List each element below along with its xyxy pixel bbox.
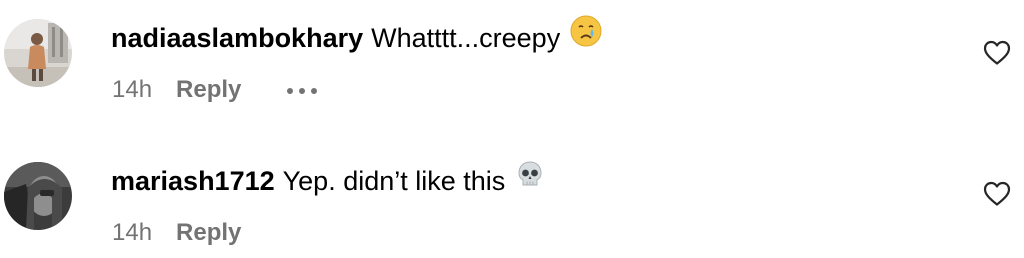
avatar[interactable] [4, 19, 72, 87]
comment-timestamp: 14h [112, 219, 153, 246]
comment-username[interactable]: nadiaaslambokhary [111, 23, 363, 53]
comment-line: mariash1712 Yep. didn’t like this [111, 161, 545, 203]
skull-emoji-icon [515, 159, 545, 200]
reply-button[interactable]: Reply [176, 219, 241, 246]
comment-username[interactable]: mariash1712 [111, 166, 275, 196]
comment-item: nadiaaslambokhary Whatttt...creepy 14h Rep… [0, 0, 1024, 110]
comment-text: Yep. didn’t like this [282, 166, 506, 196]
comment-text: Whatttt...creepy [371, 23, 561, 53]
comment-item: mariash1712 Yep. didn’t like this 14h Repl… [0, 143, 1024, 253]
crying-face-emoji-icon [570, 15, 602, 58]
comment-meta: 14h Reply [112, 74, 323, 107]
comment-line: nadiaaslambokhary Whatttt...creepy [111, 15, 602, 61]
avatar[interactable] [4, 162, 72, 230]
comment-meta: 14h Reply [112, 217, 241, 249]
reply-button[interactable]: Reply [176, 76, 241, 103]
more-options-icon[interactable] [287, 71, 323, 103]
comment-timestamp: 14h [112, 76, 153, 103]
heart-icon[interactable] [983, 181, 1011, 207]
heart-icon[interactable] [983, 40, 1011, 66]
